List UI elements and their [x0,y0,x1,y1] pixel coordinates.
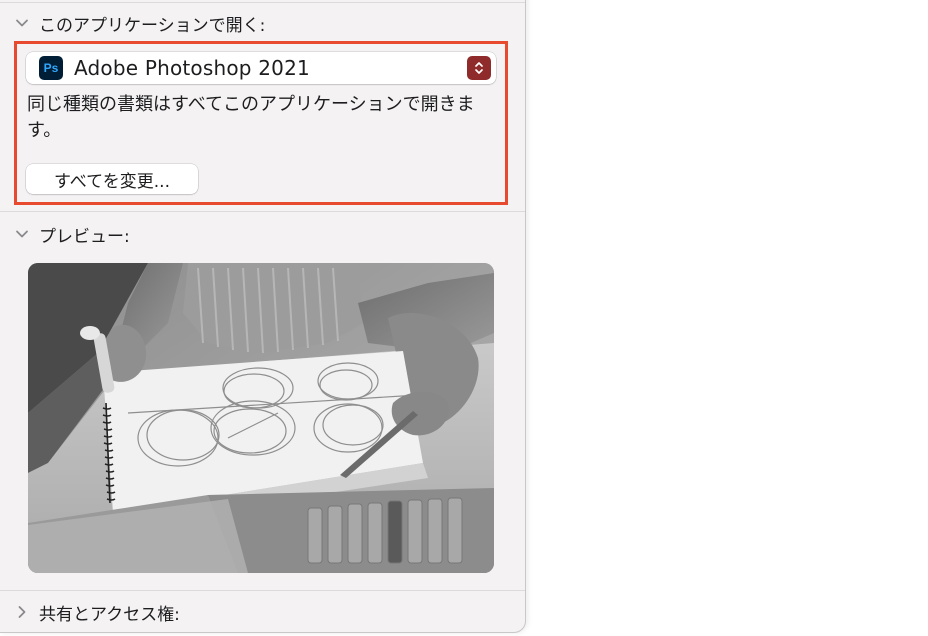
sharing-section-toggle[interactable]: 共有とアクセス権: [14,601,180,625]
section-divider [0,211,525,212]
preview-image [28,263,494,573]
section-divider [0,2,525,3]
application-popup-button[interactable]: Ps Adobe Photoshop 2021 [26,52,496,84]
preview-header: プレビュー: [39,226,130,247]
open-with-header: このアプリケーションで開く: [39,15,266,36]
chevron-right-icon [14,604,30,620]
popup-stepper[interactable] [467,56,491,80]
preview-section-toggle[interactable]: プレビュー: [14,223,130,247]
sharing-header: 共有とアクセス権: [39,604,180,625]
chevron-up-down-icon [475,62,483,74]
chevron-down-icon [14,226,30,242]
application-name: Adobe Photoshop 2021 [74,56,310,80]
photoshop-icon: Ps [39,56,63,80]
change-all-button[interactable]: すべてを変更... [26,164,198,194]
open-with-description: 同じ種類の書類はすべてこのアプリケーションで開きます。 [27,94,475,141]
chevron-down-icon [14,15,30,31]
section-divider [0,590,525,591]
open-with-section-toggle[interactable]: このアプリケーションで開く: [14,12,266,36]
